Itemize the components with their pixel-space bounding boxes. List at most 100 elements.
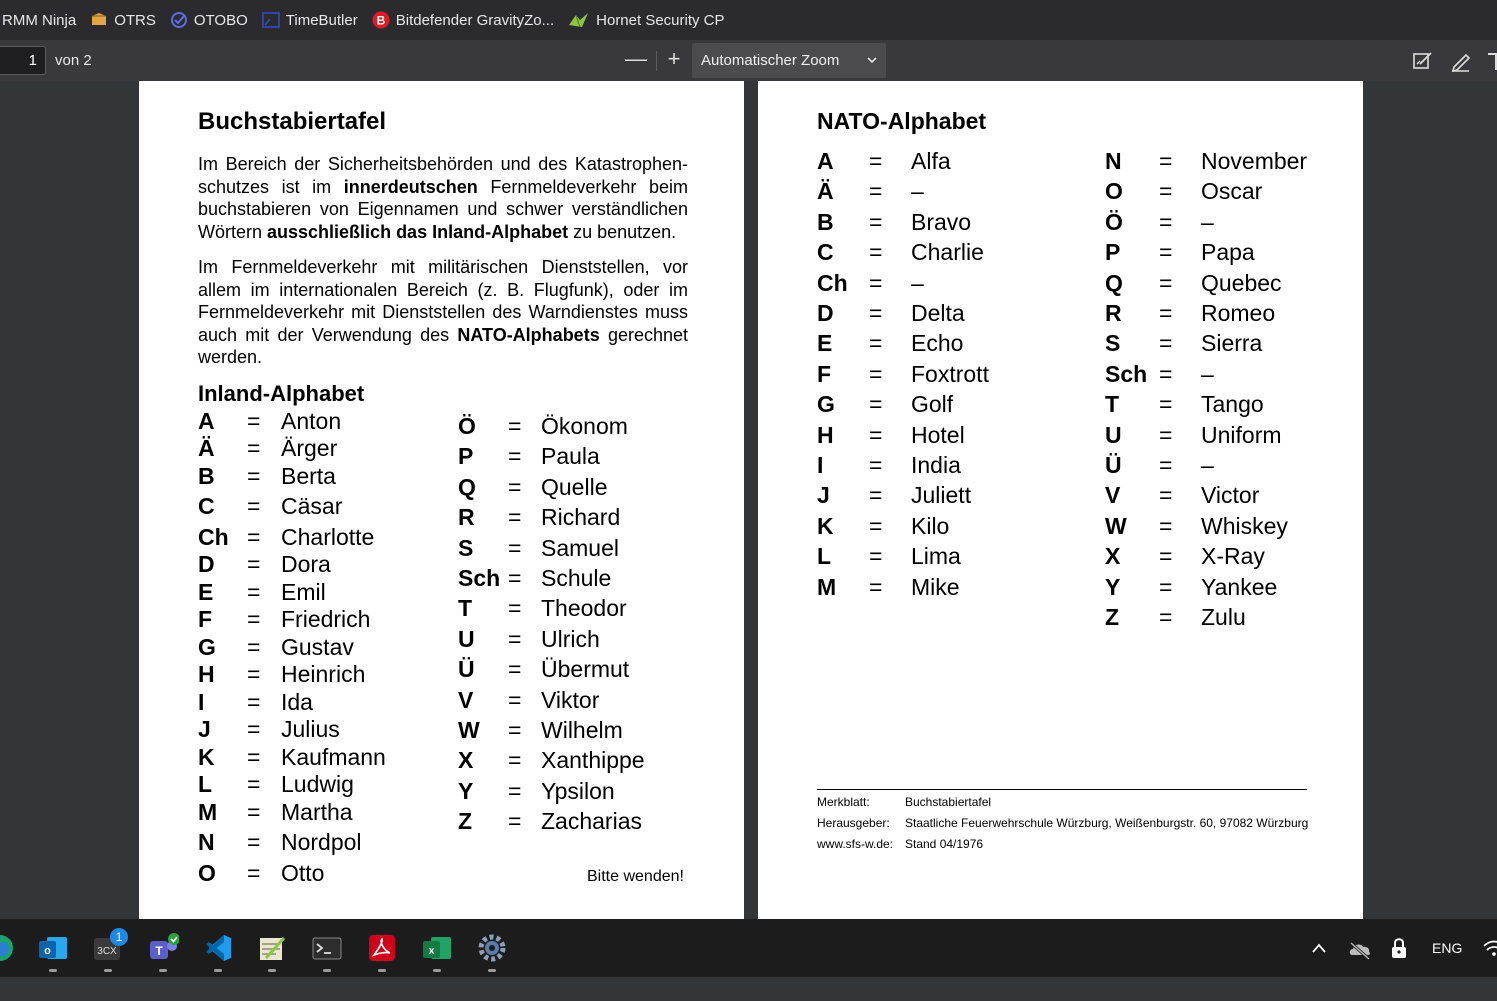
spelling-word: Otto — [281, 860, 325, 886]
spelling-word: Zulu — [1201, 604, 1246, 630]
onedrive-icon[interactable] — [1348, 919, 1372, 977]
outlook-icon[interactable]: o — [37, 932, 69, 964]
bookmark-otobo[interactable]: OTOBO — [170, 0, 262, 40]
letter: F — [198, 606, 213, 632]
spelling-word: Julius — [281, 716, 340, 742]
equals-sign: = — [1159, 239, 1173, 266]
para-text: zu benutzen. — [568, 221, 677, 242]
bookmark-rmm-ninja[interactable]: RMM Ninja — [0, 0, 90, 40]
spelling-word: Kaufmann — [281, 744, 386, 770]
svg-text:B: B — [376, 14, 385, 28]
letter: R — [458, 504, 475, 530]
bookmark-otrs[interactable]: OTRS — [90, 0, 170, 40]
wifi-icon[interactable] — [1482, 919, 1497, 977]
acrobat-icon[interactable] — [366, 932, 398, 964]
letter: H — [817, 421, 834, 448]
excel-icon[interactable]: x — [421, 932, 453, 964]
pdf-toolbar: 1 von 2 — + Automatischer Zoom — [0, 40, 1497, 81]
text-icon[interactable] — [1485, 49, 1497, 73]
teams-icon[interactable]: T — [147, 932, 180, 964]
zoom-out-button[interactable]: — — [624, 48, 648, 72]
equals-sign: = — [869, 208, 883, 235]
notepadpp-icon[interactable] — [256, 932, 288, 964]
spelling-word: Übermut — [541, 656, 630, 682]
letter: E — [198, 579, 214, 605]
letter: N — [198, 829, 215, 855]
equals-sign: = — [508, 413, 522, 439]
letter: A — [198, 408, 215, 434]
spelling-word: Anton — [281, 408, 342, 434]
bookmark-bitdefender[interactable]: B Bitdefender GravityZo... — [372, 0, 568, 40]
letter: Y — [1105, 573, 1121, 600]
letter: C — [817, 239, 834, 266]
zoom-in-button[interactable]: + — [662, 48, 686, 72]
letter: O — [198, 860, 216, 886]
equals-sign: = — [247, 408, 261, 434]
draw-pen-icon[interactable] — [1449, 49, 1473, 73]
letter: X — [1105, 543, 1121, 570]
para-bold-text: ausschließlich das Inland-Alphabet — [267, 221, 569, 242]
letter: S — [1105, 330, 1121, 357]
letter: Q — [1105, 269, 1123, 296]
equals-sign: = — [869, 178, 883, 205]
equals-sign: = — [508, 778, 522, 804]
footer-publisher-value: Staatliche Feuerwehrschule Würzburg, Wei… — [905, 816, 1309, 830]
letter: Z — [458, 808, 473, 834]
zoom-select-value: Automatischer Zoom — [701, 52, 840, 69]
letter: C — [198, 493, 215, 519]
terminal-icon[interactable] — [311, 932, 343, 964]
letter: Ä — [198, 435, 215, 461]
equals-sign: = — [1159, 330, 1173, 357]
equals-sign: = — [869, 573, 883, 600]
bookmark-label: RMM Ninja — [2, 11, 77, 29]
bookmark-label: Hornet Security CP — [596, 11, 725, 29]
equals-sign: = — [869, 330, 883, 357]
page-number-input[interactable]: 1 — [0, 46, 46, 75]
spelling-word: Quelle — [541, 474, 608, 500]
intro-paragraph-2: Im Fernmeldeverkehr mit militärischen Di… — [198, 256, 688, 369]
spelling-word: Quebec — [1201, 269, 1282, 296]
letter: Ch — [198, 524, 229, 550]
spelling-word: Theodor — [541, 595, 627, 621]
equals-sign: = — [508, 747, 522, 773]
footer-publisher-label: Herausgeber: — [817, 816, 890, 830]
letter: B — [198, 463, 215, 489]
edge-icon[interactable] — [0, 932, 16, 964]
spelling-word: India — [911, 452, 961, 478]
chevron-up-icon[interactable] — [1310, 919, 1328, 977]
spelling-word: Richard — [541, 504, 621, 530]
letter: P — [1105, 239, 1121, 266]
spelling-word: – — [1201, 208, 1214, 235]
equals-sign: = — [508, 443, 522, 469]
lock-icon[interactable] — [1389, 919, 1409, 977]
page-count-label: von 2 — [55, 52, 92, 69]
edit-signature-icon[interactable] — [1411, 49, 1435, 73]
equals-sign: = — [508, 717, 522, 743]
page-title: Buchstabiertafel — [198, 108, 387, 135]
letter: K — [817, 512, 834, 539]
spelling-word: X-Ray — [1201, 543, 1265, 570]
spelling-word: Papa — [1201, 239, 1255, 266]
language-indicator[interactable]: ENG — [1432, 919, 1462, 977]
equals-sign: = — [247, 551, 261, 577]
spelling-word: Paula — [541, 443, 600, 469]
vscode-icon[interactable] — [202, 932, 234, 964]
settings-icon[interactable] — [476, 932, 508, 964]
spelling-word: – — [911, 269, 924, 296]
letter: Ö — [458, 413, 476, 439]
bookmark-hornetsecurity[interactable]: Hornet Security CP — [568, 0, 738, 40]
bookmarks-bar: RMM Ninja OTRS OTOBO TimeButler B Bitdef… — [0, 0, 1497, 40]
letter: L — [817, 543, 832, 570]
zoom-select[interactable]: Automatischer Zoom — [692, 43, 886, 78]
spelling-word: Ludwig — [281, 771, 354, 797]
spelling-word: Xanthippe — [541, 747, 645, 773]
running-indicator — [433, 969, 441, 972]
bookmark-timebutler[interactable]: TimeButler — [262, 0, 372, 40]
spelling-word: November — [1201, 148, 1308, 174]
letter: Ö — [1105, 208, 1123, 235]
spelling-word: – — [911, 178, 924, 205]
spelling-word: Uniform — [1201, 421, 1282, 448]
letter: D — [817, 300, 834, 326]
letter: W — [1105, 512, 1127, 539]
spelling-word: Bravo — [911, 208, 972, 235]
